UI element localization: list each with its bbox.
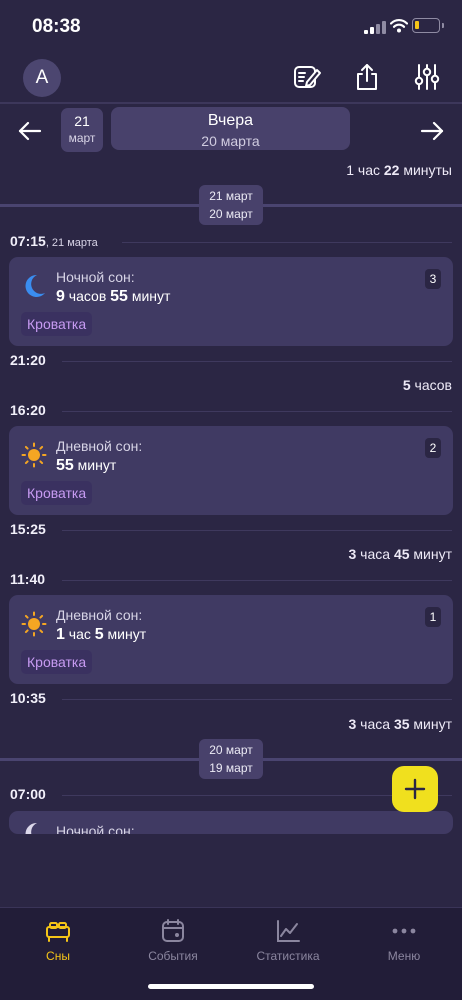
day-subtitle: 20 марта xyxy=(201,133,260,149)
time-marker: 07:00 xyxy=(10,786,452,804)
sleep-duration: 55 минут xyxy=(56,457,117,474)
awake-gap: 3 часа 45 минут xyxy=(348,546,452,562)
sleep-number-badge: 3 xyxy=(425,269,441,289)
location-tag: Кроватка xyxy=(21,650,93,674)
sleep-card[interactable]: Дневной сон: 1 час 5 минут 1 Кроватка xyxy=(9,595,453,684)
day-separator-chip: 21 март 20 март xyxy=(199,185,263,225)
time-marker: 15:25 xyxy=(10,521,452,539)
time-marker: 07:15, 21 марта xyxy=(10,233,452,251)
time-marker: 11:40 xyxy=(10,571,452,589)
arrow-right-icon[interactable] xyxy=(419,118,445,144)
day-title: Вчера xyxy=(207,112,254,129)
calendar-icon xyxy=(162,919,184,942)
bed-icon xyxy=(46,922,70,942)
plus-icon xyxy=(404,778,426,800)
tab-menu[interactable]: Меню xyxy=(359,918,449,963)
sleep-type: Дневной сон: xyxy=(56,438,143,454)
signal-icon xyxy=(364,21,386,34)
location-tag: Кроватка xyxy=(21,481,93,505)
sun-icon xyxy=(21,611,47,637)
share-icon[interactable] xyxy=(352,62,382,92)
sleep-type: Ночной сон: xyxy=(56,823,135,834)
sleep-duration: 1 час 5 минут xyxy=(56,626,147,643)
location-tag: Кроватка xyxy=(21,312,93,336)
sleep-duration: 9 часов 55 минут xyxy=(56,288,171,305)
sleep-type: Дневной сон: xyxy=(56,607,143,623)
more-icon xyxy=(392,928,416,934)
tab-sleeps[interactable]: Сны xyxy=(13,918,103,963)
sun-icon xyxy=(21,442,47,468)
home-indicator xyxy=(148,984,314,989)
current-day-selector[interactable]: Вчера 20 марта xyxy=(111,107,350,150)
avatar[interactable]: A xyxy=(23,59,61,97)
sleep-card[interactable]: Дневной сон: 55 минут 2 Кроватка xyxy=(9,426,453,515)
battery-icon xyxy=(412,18,440,33)
wifi-icon xyxy=(390,19,408,33)
edit-note-icon[interactable] xyxy=(292,62,322,92)
time-marker: 16:20 xyxy=(10,402,452,420)
filter-sliders-icon[interactable] xyxy=(412,62,442,92)
sleep-type: Ночной сон: xyxy=(56,269,135,285)
awake-gap: 1 час 22 минуты xyxy=(346,162,452,178)
previous-date-chip[interactable]: 21 март xyxy=(61,108,103,152)
sleep-number-badge: 1 xyxy=(425,607,441,627)
status-bar: 08:38 xyxy=(0,0,462,56)
time-marker: 21:20 xyxy=(10,352,452,370)
moon-icon xyxy=(25,274,45,297)
sleep-card[interactable]: Ночной сон: xyxy=(9,811,453,834)
awake-gap: 5 часов xyxy=(402,377,452,393)
day-separator: 21 март 20 март xyxy=(0,185,462,225)
arrow-left-icon[interactable] xyxy=(17,118,43,144)
moon-icon xyxy=(25,822,37,834)
day-separator-chip: 20 март 19 март xyxy=(199,739,263,779)
sleep-number-badge: 2 xyxy=(425,438,441,458)
date-navigation: 21 март Вчера 20 марта xyxy=(0,104,462,158)
add-sleep-button[interactable] xyxy=(392,766,438,812)
tab-statistics[interactable]: Статистика xyxy=(243,918,333,963)
chart-icon xyxy=(277,920,300,942)
tab-events[interactable]: События xyxy=(128,918,218,963)
status-time: 08:38 xyxy=(32,16,81,37)
awake-gap: 3 часа 35 минут xyxy=(348,716,452,732)
sleep-card[interactable]: Ночной сон: 9 часов 55 минут 3 Кроватка xyxy=(9,257,453,346)
time-marker: 10:35 xyxy=(10,690,452,708)
